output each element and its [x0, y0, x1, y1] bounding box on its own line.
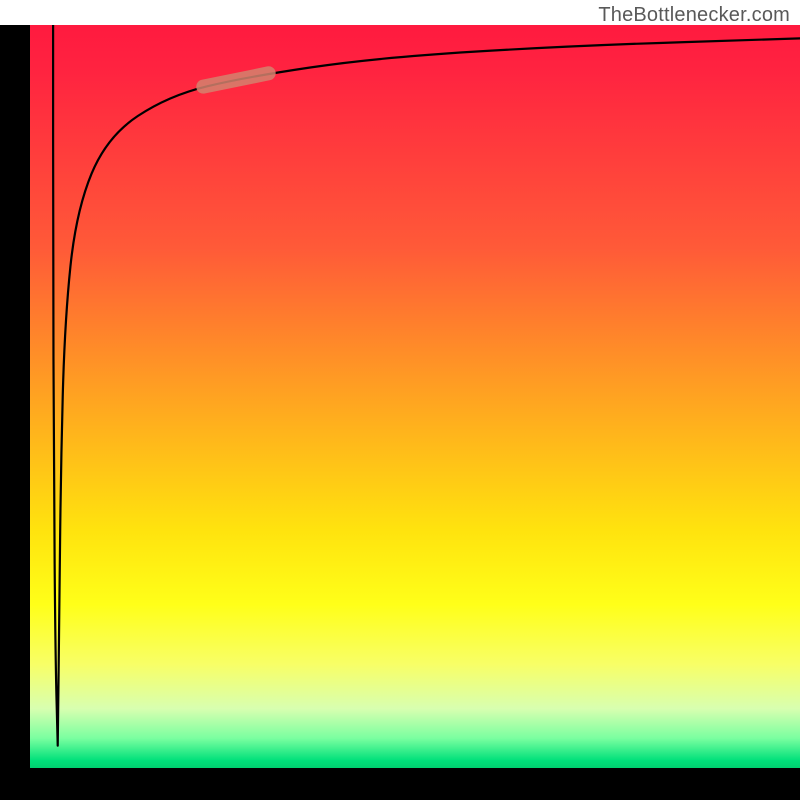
chart-frame [0, 25, 800, 800]
bottleneck-curve [53, 25, 800, 746]
plot-area [30, 25, 800, 768]
highlight-segment [203, 73, 268, 86]
attribution-label: TheBottlenecker.com [598, 4, 790, 27]
curve-svg [30, 25, 800, 768]
